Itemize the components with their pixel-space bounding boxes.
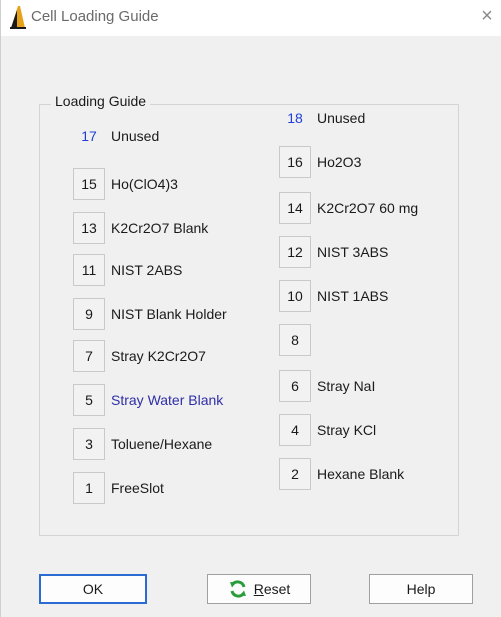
slot-label: K2Cr2O7 60 mg xyxy=(317,200,419,216)
cell-loading-guide-dialog: Cell Loading Guide × Loading Guide 17 Un… xyxy=(0,0,501,617)
slot-button[interactable]: 12 xyxy=(279,236,311,268)
slot-12: 12 NIST 3ABS xyxy=(279,236,388,268)
slot-label: NIST 3ABS xyxy=(317,244,389,260)
reset-mnemonic: R xyxy=(253,581,264,597)
slot-label-highlighted: Stray Water Blank xyxy=(111,392,224,408)
slot-label: NIST 2ABS xyxy=(111,262,183,278)
slot-4: 4 Stray KCl xyxy=(279,414,376,446)
reset-button[interactable]: Reset xyxy=(207,574,311,604)
slot-button[interactable]: 15 xyxy=(73,168,105,200)
slot-18: 18 Unused xyxy=(279,102,365,134)
slot-button[interactable]: 2 xyxy=(279,458,311,490)
window-title: Cell Loading Guide xyxy=(31,8,159,25)
slot-number: 18 xyxy=(287,110,303,126)
slot-label: Ho(ClO4)3 xyxy=(111,176,178,192)
slot-number: 17 xyxy=(81,128,97,144)
slot-6: 6 Stray NaI xyxy=(279,370,375,402)
slot-label: NIST Blank Holder xyxy=(111,306,227,322)
slot-label: FreeSlot xyxy=(111,480,164,496)
slot-3: 3 Toluene/Hexane xyxy=(73,428,212,460)
slot-label: Stray K2Cr2O7 xyxy=(111,348,206,364)
reset-label-rest: eset xyxy=(263,581,291,597)
slot-label: Stray KCl xyxy=(317,422,377,438)
slot-label: Unused xyxy=(317,110,366,126)
slot-8: 8 xyxy=(279,324,317,356)
slot-button[interactable]: 7 xyxy=(73,340,105,372)
close-icon[interactable]: × xyxy=(472,0,501,34)
slot-16: 16 Ho2O3 xyxy=(279,146,361,178)
slot-button[interactable]: 14 xyxy=(279,192,311,224)
refresh-icon xyxy=(229,580,246,598)
slot-label: Unused xyxy=(111,128,160,144)
slot-button[interactable]: 8 xyxy=(279,324,311,356)
slot-5: 5 Stray Water Blank xyxy=(73,384,223,416)
slot-button[interactable]: 5 xyxy=(73,384,105,416)
slot-button[interactable]: 11 xyxy=(73,254,105,286)
help-button[interactable]: Help xyxy=(369,574,473,604)
slot-button[interactable]: 9 xyxy=(73,298,105,330)
ok-button[interactable]: OK xyxy=(39,574,147,604)
slot-button[interactable]: 13 xyxy=(73,212,105,244)
slot-2: 2 Hexane Blank xyxy=(279,458,404,490)
slot-13: 13 K2Cr2O7 Blank xyxy=(73,212,208,244)
slot-7: 7 Stray K2Cr2O7 xyxy=(73,340,206,372)
slot-button[interactable]: 6 xyxy=(279,370,311,402)
slot-label: Stray NaI xyxy=(317,378,376,394)
slot-label: Hexane Blank xyxy=(317,466,405,482)
slot-9: 9 NIST Blank Holder xyxy=(73,298,227,330)
slot-button[interactable]: 16 xyxy=(279,146,311,178)
slot-14: 14 K2Cr2O7 60 mg xyxy=(279,192,418,224)
title-bar[interactable]: Cell Loading Guide × xyxy=(1,0,501,36)
slot-button[interactable]: 1 xyxy=(73,472,105,504)
slot-15: 15 Ho(ClO4)3 xyxy=(73,168,178,200)
slot-label: NIST 1ABS xyxy=(317,288,389,304)
slot-button[interactable]: 4 xyxy=(279,414,311,446)
slot-10: 10 NIST 1ABS xyxy=(279,280,388,312)
flask-icon xyxy=(10,6,26,29)
slot-label: K2Cr2O7 Blank xyxy=(111,220,209,236)
slot-label: Ho2O3 xyxy=(317,154,362,170)
group-label: Loading Guide xyxy=(51,93,151,109)
reset-label: Reset xyxy=(254,581,291,597)
slot-label: Toluene/Hexane xyxy=(111,436,213,452)
slot-17: 17 Unused xyxy=(73,120,159,152)
slot-11: 11 NIST 2ABS xyxy=(73,254,182,286)
slot-button[interactable]: 10 xyxy=(279,280,311,312)
slot-1: 1 FreeSlot xyxy=(73,472,164,504)
slot-button[interactable]: 3 xyxy=(73,428,105,460)
